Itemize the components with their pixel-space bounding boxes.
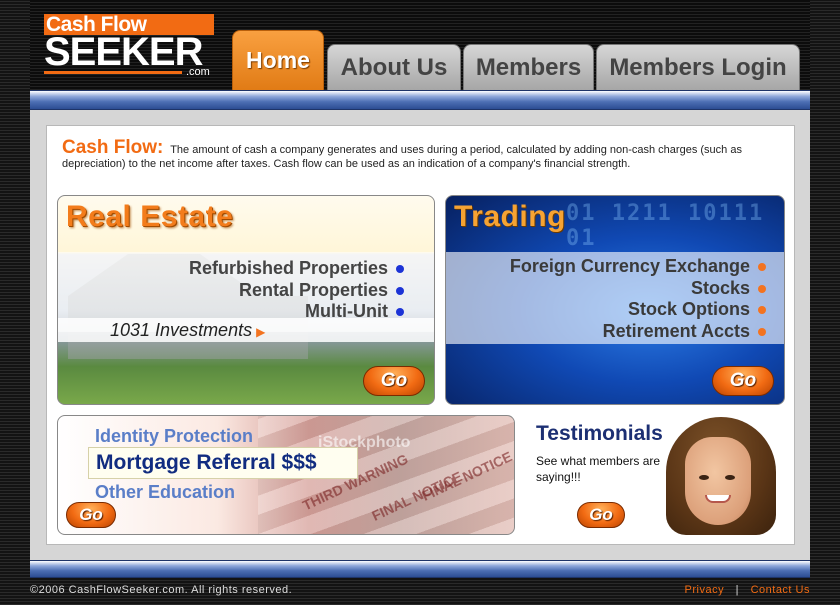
testimonials-go-button[interactable]: Go — [577, 502, 625, 528]
real-estate-link-refurbished[interactable]: Refurbished Properties — [189, 258, 404, 279]
trading-link-retirement[interactable]: Retirement Accts — [603, 321, 766, 342]
link-mortgage-referral[interactable]: Mortgage Referral $$$ — [88, 447, 358, 479]
testimonials-text: See what members are saying!!! — [536, 454, 661, 484]
footer-links: Privacy | Contact Us — [685, 584, 810, 596]
nav-bar-strip — [30, 90, 810, 110]
link-label: 1031 Investments — [110, 320, 253, 340]
testimonials-panel[interactable]: Testimonials See what members are saying… — [530, 415, 785, 535]
featured-link-1031[interactable]: 1031 Investments ▶ — [110, 320, 265, 341]
link-label: Retirement Accts — [602, 321, 750, 341]
footer-separator: | — [735, 584, 740, 596]
portrait-eye — [699, 475, 709, 480]
trading-link-stocks[interactable]: Stocks — [691, 278, 766, 299]
copyright: ©2006 CashFlowSeeker.com. All rights res… — [30, 584, 293, 596]
testimonials-title: Testimonials — [536, 422, 663, 445]
portrait-face — [685, 437, 751, 525]
bullet-icon — [396, 287, 404, 296]
other-services-panel[interactable]: THIRD WARNING FINAL NOTICE FINAL NOTICE … — [57, 415, 515, 535]
site-logo[interactable]: Cash Flow SEEKER .com — [44, 14, 214, 78]
link-label: Stocks — [690, 278, 750, 298]
bullet-icon — [758, 285, 766, 294]
link-label: Mortgage Referral $$$ — [96, 451, 317, 474]
intro-title: Cash Flow: — [62, 137, 164, 158]
portrait-eye — [725, 475, 735, 480]
bullet-icon — [396, 265, 404, 274]
portrait-smile — [705, 495, 731, 503]
bullet-icon — [758, 306, 766, 315]
link-label: Rental Properties — [238, 280, 388, 300]
link-other-education[interactable]: Other Education — [95, 482, 235, 503]
real-estate-title: Real Estate — [66, 200, 234, 233]
trading-panel[interactable]: 01 1211 10111 01 Trading Foreign Currenc… — [445, 195, 785, 405]
real-estate-link-rental[interactable]: Rental Properties — [239, 280, 404, 301]
intro-definition: Cash Flow: The amount of cash a company … — [62, 138, 792, 171]
logo-suffix: .com — [186, 66, 210, 78]
testimonial-portrait — [660, 415, 785, 535]
trading-title: Trading — [454, 200, 566, 233]
featured-row[interactable]: 1031 Investments ▶ — [58, 318, 434, 342]
link-label: Refurbished Properties — [188, 258, 388, 278]
intro-text: The amount of cash a company generates a… — [62, 144, 742, 170]
footer-bar-strip — [30, 560, 810, 578]
arrow-right-icon: ▶ — [256, 325, 266, 339]
trading-go-button[interactable]: Go — [712, 366, 774, 396]
binary-pattern-decoration: 01 1211 10111 01 — [566, 201, 765, 251]
bullet-icon — [758, 328, 766, 337]
bullet-icon — [396, 308, 404, 317]
trading-link-forex[interactable]: Foreign Currency Exchange — [510, 256, 766, 277]
header: Cash Flow SEEKER .com Home About Us Memb… — [30, 0, 810, 92]
real-estate-panel[interactable]: Real Estate Refurbished Properties Renta… — [57, 195, 435, 405]
real-estate-go-button[interactable]: Go — [363, 366, 425, 396]
logo-main-text: SEEKER — [44, 30, 203, 74]
tab-about-us[interactable]: About Us — [327, 44, 461, 92]
other-go-button[interactable]: Go — [66, 502, 116, 528]
bullet-icon — [758, 263, 766, 272]
privacy-link[interactable]: Privacy — [685, 584, 725, 596]
trading-link-stock-options[interactable]: Stock Options — [628, 299, 766, 320]
stamp-text: FINAL NOTICE — [419, 448, 515, 504]
link-identity-protection[interactable]: Identity Protection — [95, 426, 253, 447]
link-label: Foreign Currency Exchange — [509, 256, 750, 276]
contact-us-link[interactable]: Contact Us — [751, 584, 810, 596]
tab-home[interactable]: Home — [232, 30, 324, 92]
logo-underline — [44, 71, 182, 74]
link-label: Stock Options — [627, 299, 750, 319]
tab-members-login[interactable]: Members Login — [596, 44, 800, 92]
tab-members[interactable]: Members — [463, 44, 594, 92]
